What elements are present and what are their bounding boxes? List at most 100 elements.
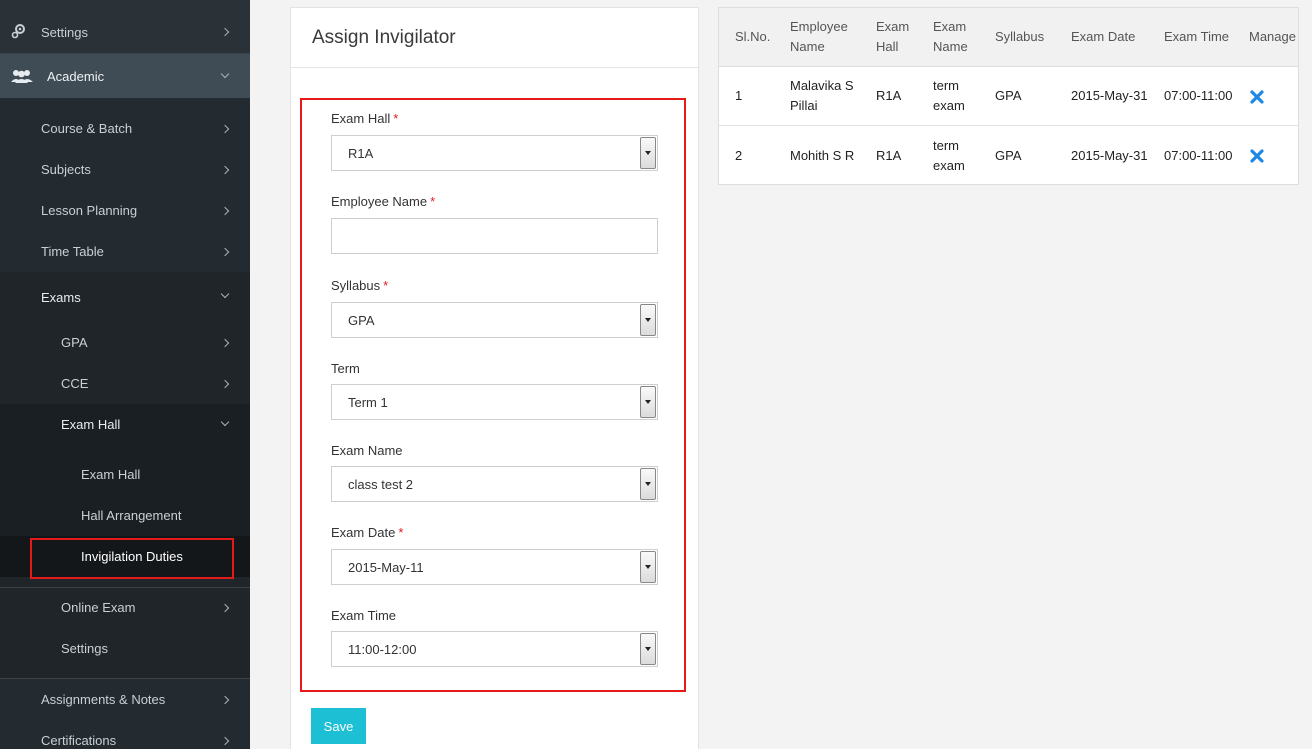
syllabus-select[interactable]: GPA bbox=[331, 302, 658, 338]
sidebar-item-exam-hall-group[interactable]: Exam Hall bbox=[0, 404, 250, 445]
table-cell: term exam bbox=[933, 138, 965, 173]
sidebar-item-label: Exams bbox=[41, 289, 81, 305]
chevron-right-icon bbox=[220, 124, 230, 133]
sidebar-item-label: CCE bbox=[61, 376, 89, 391]
exam-name-value: class test 2 bbox=[348, 477, 414, 492]
sidebar-item-hall-arrangement[interactable]: Hall Arrangement bbox=[0, 495, 250, 536]
sidebar-item-label: Online Exam bbox=[61, 600, 136, 615]
sidebar-item-gpa[interactable]: GPA bbox=[0, 322, 250, 363]
chevron-right-icon bbox=[220, 206, 230, 215]
sidebar-item-lesson-planning[interactable]: Lesson Planning bbox=[0, 190, 250, 231]
chevron-right-icon bbox=[220, 695, 230, 704]
chevron-right-icon bbox=[220, 338, 230, 347]
sidebar-item-label: Subjects bbox=[41, 162, 91, 177]
dropdown-arrow-icon[interactable] bbox=[640, 386, 656, 418]
panel-title: Assign Invigilator bbox=[312, 27, 456, 48]
sidebar-item-label: Certifications bbox=[41, 733, 117, 748]
table-cell: Malavika S Pillai bbox=[790, 78, 854, 113]
dropdown-arrow-icon[interactable] bbox=[640, 137, 656, 169]
exam-name-label: Exam Name bbox=[331, 443, 403, 458]
dropdown-arrow-icon[interactable] bbox=[640, 468, 656, 500]
sidebar-item-label: Hall Arrangement bbox=[81, 508, 182, 523]
users-icon bbox=[11, 70, 33, 83]
sidebar-item-label: Academic bbox=[47, 68, 105, 84]
exam-time-select[interactable]: 11:00-12:00 bbox=[331, 631, 658, 667]
exam-hall-label: Exam Hall * bbox=[331, 111, 399, 126]
column-header: Syllabus bbox=[995, 29, 1045, 44]
employee-name-input[interactable] bbox=[331, 218, 658, 254]
sidebar-item-exam-settings[interactable]: Settings bbox=[0, 628, 250, 669]
dropdown-arrow-icon[interactable] bbox=[640, 304, 656, 336]
term-select[interactable]: Term 1 bbox=[331, 384, 658, 420]
table-cell: GPA bbox=[995, 148, 1022, 163]
sidebar-item-subjects[interactable]: Subjects bbox=[0, 149, 250, 190]
column-header: Exam Date bbox=[1071, 29, 1136, 44]
table-cell: GPA bbox=[995, 88, 1022, 103]
exam-date-value: 2015-May-11 bbox=[348, 560, 424, 575]
column-header: Exam Name bbox=[933, 19, 968, 54]
column-header: Manage bbox=[1249, 29, 1296, 44]
chevron-right-icon bbox=[220, 165, 230, 174]
sidebar-item-cce[interactable]: CCE bbox=[0, 363, 250, 404]
chevron-right-icon bbox=[220, 379, 230, 388]
table-cell: 07:00-11:00 bbox=[1164, 148, 1233, 163]
exam-hall-value: R1A bbox=[348, 146, 374, 161]
assign-invigilator-panel: Assign Invigilator Exam Hall * R1A Employ… bbox=[290, 7, 699, 749]
chevron-down-icon bbox=[220, 289, 230, 299]
gears-icon bbox=[11, 24, 25, 39]
sidebar-item-academic[interactable]: Academic bbox=[0, 54, 250, 98]
exam-time-label: Exam Time bbox=[331, 608, 397, 623]
delete-icon[interactable] bbox=[1250, 90, 1264, 104]
sidebar-item-course-batch[interactable]: Course & Batch bbox=[0, 108, 250, 149]
chevron-right-icon bbox=[220, 27, 230, 37]
save-button[interactable]: Save bbox=[311, 708, 366, 744]
table-cell: R1A bbox=[876, 148, 902, 163]
sidebar-item-settings[interactable]: Settings bbox=[0, 10, 250, 54]
chevron-right-icon bbox=[220, 736, 230, 745]
sidebar-item-label: GPA bbox=[61, 335, 88, 350]
sidebar-item-label: Lesson Planning bbox=[41, 203, 138, 218]
dropdown-arrow-icon[interactable] bbox=[640, 633, 656, 665]
invigilators-table: Sl.No. Employee Name Exam Hall Exam Name… bbox=[718, 7, 1299, 185]
exam-hall-select[interactable]: R1A bbox=[331, 135, 658, 171]
dropdown-arrow-icon[interactable] bbox=[640, 551, 656, 583]
sidebar-item-exam-hall[interactable]: Exam Hall bbox=[0, 454, 250, 495]
sidebar-item-exams[interactable]: Exams bbox=[0, 272, 250, 322]
chevron-right-icon bbox=[220, 247, 230, 256]
column-header: Exam Time bbox=[1164, 29, 1230, 44]
sidebar-item-assignments-notes[interactable]: Assignments & Notes bbox=[0, 679, 250, 720]
chevron-right-icon bbox=[220, 603, 230, 612]
sidebar-item-label: Settings bbox=[41, 24, 88, 40]
sidebar-item-label: Time Table bbox=[41, 244, 104, 259]
panel-header: Assign Invigilator bbox=[291, 8, 698, 68]
sidebar-item-label: Assignments & Notes bbox=[41, 692, 166, 707]
column-header: Exam Hall bbox=[876, 19, 910, 54]
sidebar-item-label: Course & Batch bbox=[41, 121, 133, 136]
table-cell: 2 bbox=[735, 148, 743, 163]
table-header: Sl.No. Employee Name Exam Hall Exam Name… bbox=[719, 8, 1298, 67]
employee-name-label: Employee Name * bbox=[331, 194, 436, 209]
exam-date-label: Exam Date * bbox=[331, 525, 404, 540]
exam-name-select[interactable]: class test 2 bbox=[331, 466, 658, 502]
delete-icon[interactable] bbox=[1250, 149, 1264, 163]
table-cell: 1 bbox=[735, 88, 743, 103]
table-cell: 2015-May-31 bbox=[1071, 88, 1148, 103]
term-value: Term 1 bbox=[348, 395, 388, 410]
table-cell: Mohith S R bbox=[790, 148, 855, 163]
exam-time-value: 11:00-12:00 bbox=[348, 642, 417, 657]
sidebar-item-online-exam[interactable]: Online Exam bbox=[0, 587, 250, 628]
table-cell: R1A bbox=[876, 88, 902, 103]
syllabus-value: GPA bbox=[348, 313, 375, 328]
sidebar-item-certifications[interactable]: Certifications bbox=[0, 720, 250, 749]
table-cell: term exam bbox=[933, 78, 965, 113]
row-divider bbox=[719, 125, 1298, 126]
column-header: Sl.No. bbox=[735, 29, 771, 44]
term-label: Term bbox=[331, 361, 360, 376]
exam-date-select[interactable]: 2015-May-11 bbox=[331, 549, 658, 585]
sidebar-item-time-table[interactable]: Time Table bbox=[0, 231, 250, 272]
sidebar-item-label: Exam Hall bbox=[61, 417, 121, 432]
sidebar: Settings Academic Course & Batch Subject… bbox=[0, 0, 250, 749]
sidebar-item-label: Exam Hall bbox=[81, 467, 141, 482]
syllabus-label: Syllabus * bbox=[331, 278, 389, 293]
active-item-highlight bbox=[30, 538, 234, 579]
